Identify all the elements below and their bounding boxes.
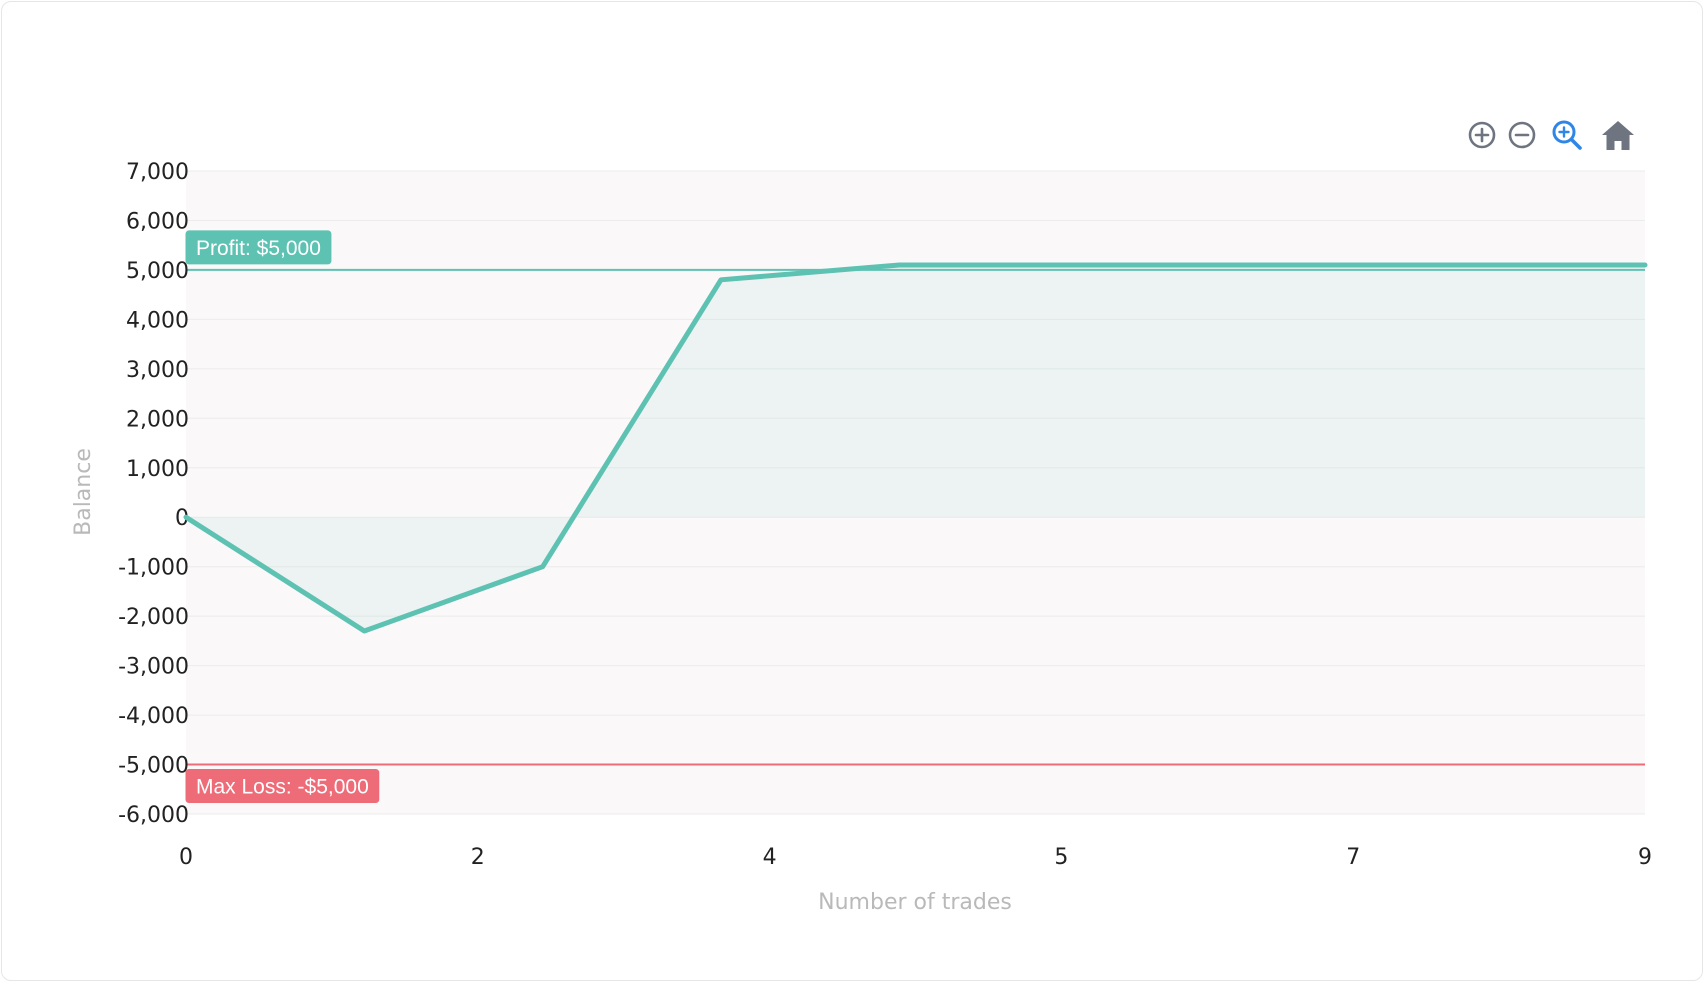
y-tick-label: -6,000 (118, 803, 189, 828)
profit-annotation-label: Profit: $5,000 (196, 237, 321, 260)
y-tick-label: 6,000 (126, 209, 189, 234)
loss-annotation: Max Loss: -$5,000 (185, 769, 380, 804)
chart-toolbar (1462, 117, 1642, 157)
x-axis-title: Number of trades (818, 890, 1012, 915)
y-tick-label: 3,000 (126, 358, 189, 383)
zoom-out-button[interactable] (1502, 117, 1542, 157)
y-tick-label: 7,000 (126, 160, 189, 185)
chart-card: 7,000 6,000 5,000 4,000 3,000 2,000 1,000 0 -1,0… (1, 1, 1703, 981)
y-tick-label: 1,000 (126, 457, 189, 482)
zoom-in-button[interactable] (1462, 117, 1502, 157)
y-tick-label: 4,000 (126, 308, 189, 333)
y-tick-label: -2,000 (118, 605, 189, 630)
x-axis-ticks: 0 2 4 5 7 9 (179, 845, 1652, 870)
reset-zoom-button[interactable] (1598, 117, 1638, 157)
x-tick-label: 9 (1638, 845, 1652, 870)
loss-annotation-label: Max Loss: -$5,000 (196, 776, 369, 799)
minus-circle-icon (1508, 121, 1536, 149)
y-axis-ticks: 7,0006,0005,0004,0003,0002,0001,0000-1,0… (118, 160, 189, 828)
home-icon (1602, 121, 1634, 150)
y-tick-label: 5,000 (126, 259, 189, 284)
x-tick-label: 0 (179, 845, 193, 870)
balance-chart: 7,000 6,000 5,000 4,000 3,000 2,000 1,000 0 -1,0… (71, 160, 1652, 915)
plus-circle-icon (1468, 121, 1496, 149)
y-axis-title: Balance (71, 448, 96, 536)
magnifier-plus-icon (1552, 120, 1582, 150)
y-tick-label: -3,000 (118, 655, 189, 680)
y-tick-label: -5,000 (118, 754, 189, 779)
x-tick-label: 5 (1054, 845, 1068, 870)
y-tick-label: -1,000 (118, 556, 189, 581)
x-tick-label: 2 (471, 845, 485, 870)
y-tick-label: -4,000 (118, 704, 189, 729)
profit-annotation: Profit: $5,000 (185, 230, 332, 265)
x-tick-label: 4 (763, 845, 777, 870)
zoom-select-button[interactable] (1548, 117, 1588, 157)
x-tick-label: 7 (1346, 845, 1360, 870)
y-tick-label: 2,000 (126, 407, 189, 432)
